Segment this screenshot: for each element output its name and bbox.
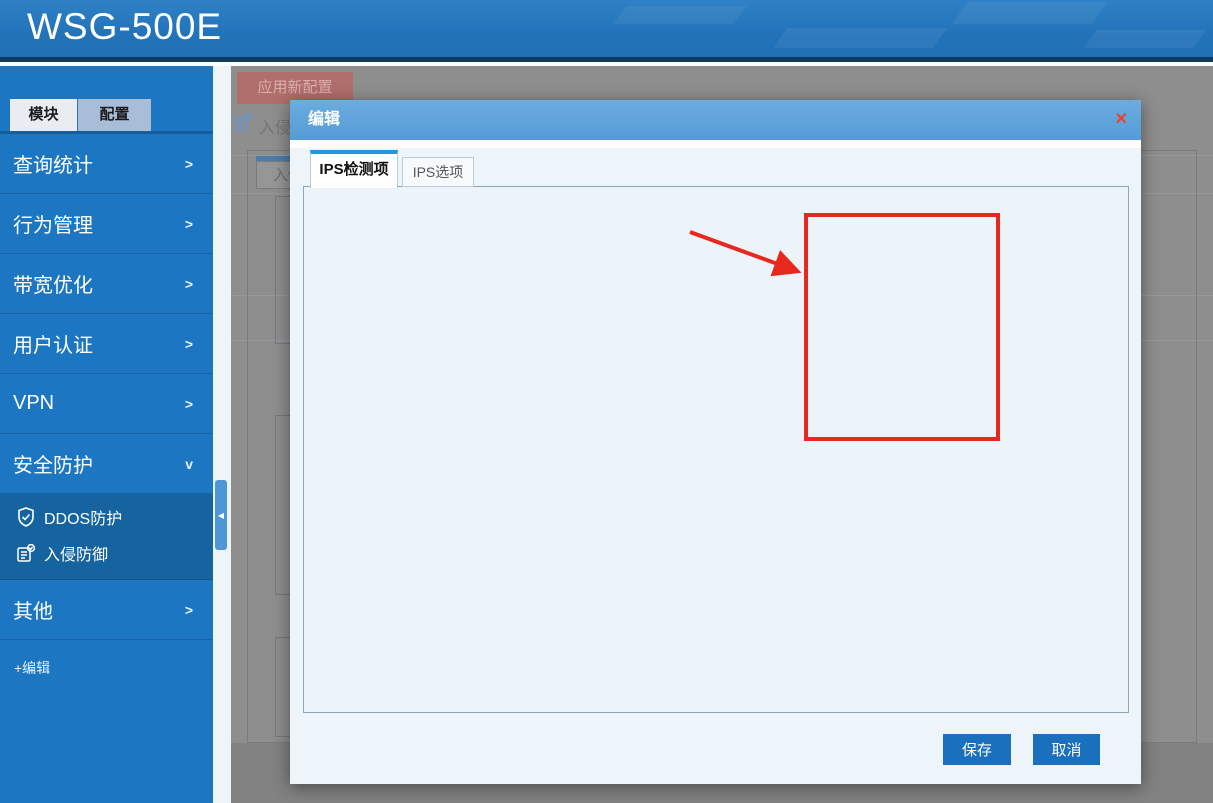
submenu-item-label: 入侵防御 <box>44 541 108 565</box>
chevron-icon: > <box>185 216 193 232</box>
sidebar-menu-lower: 其他 > <box>0 580 213 640</box>
app-title: WSG-500E <box>27 6 222 48</box>
chevron-icon: > <box>185 396 193 412</box>
sidebar-menu-item[interactable]: VPN > <box>0 374 213 434</box>
tab-content-panel <box>303 186 1129 713</box>
chevron-icon: > <box>185 602 193 618</box>
tab-ips-options[interactable]: IPS选项 <box>402 157 474 187</box>
dialog-header: 编辑 × <box>290 100 1141 140</box>
sidebar-submenu: DDOS防护 入侵防御 <box>0 494 213 580</box>
menu-item-label: 查询统计 <box>13 149 93 178</box>
chevron-icon: v <box>185 456 193 472</box>
menu-item-label: 带宽优化 <box>13 269 93 298</box>
app-header: WSG-500E <box>0 0 1213 57</box>
sidebar-collapse-handle[interactable]: ◀ <box>215 480 227 550</box>
header-texture <box>952 2 1107 24</box>
sidebar-menu-item[interactable]: 行为管理 > <box>0 194 213 254</box>
sidebar-item-ddos[interactable]: DDOS防护 <box>0 499 213 535</box>
dialog-title: 编辑 <box>308 100 340 140</box>
sidebar-tabs: 模块 配置 <box>0 66 213 134</box>
header-texture <box>1084 30 1207 48</box>
close-icon[interactable]: × <box>1115 100 1127 138</box>
sidebar-gutter <box>213 66 231 803</box>
menu-item-label: 安全防护 <box>13 449 93 478</box>
save-button[interactable]: 保存 <box>943 734 1011 765</box>
breadcrumb: 入侵 <box>259 114 291 138</box>
menu-item-label: 其他 <box>13 595 53 624</box>
header-texture <box>773 28 947 48</box>
edit-dialog: 编辑 × IPS检测项 IPS选项 备选项 ? 已选项 其他 app-detec… <box>290 100 1141 784</box>
sidebar-menu-item[interactable]: 带宽优化 > <box>0 254 213 314</box>
sidebar-menu-item[interactable]: 其他 > <box>0 580 213 640</box>
sidebar-tabs-underline <box>0 131 213 134</box>
menu-item-label: 用户认证 <box>13 329 93 358</box>
stamp-icon <box>15 542 37 564</box>
tab-ips-detection[interactable]: IPS检测项 <box>310 150 398 188</box>
collapse-left-icon: ◀ <box>218 511 224 520</box>
sidebar-item-ips[interactable]: 入侵防御 <box>0 535 213 571</box>
dialog-header-strip <box>290 140 1141 148</box>
sidebar-menu-item[interactable]: 安全防护 v <box>0 434 213 494</box>
shield-check-icon <box>15 506 37 528</box>
sidebar-menu-item[interactable]: 查询统计 > <box>0 134 213 194</box>
menu-item-label: VPN <box>13 392 54 415</box>
sidebar-tab-module[interactable]: 模块 <box>10 99 77 131</box>
menu-item-label: 行为管理 <box>13 209 93 238</box>
chevron-icon: > <box>185 336 193 352</box>
header-texture <box>614 6 747 24</box>
submenu-item-label: DDOS防护 <box>44 505 122 529</box>
cancel-button[interactable]: 取消 <box>1033 734 1100 765</box>
sidebar-menu: 查询统计 > 行为管理 > 带宽优化 > 用户认证 > <box>0 134 213 494</box>
sidebar: 模块 配置 查询统计 > 行为管理 > 带宽优化 > <box>0 66 213 803</box>
stamp-icon <box>232 111 254 133</box>
sidebar-menu-item[interactable]: 用户认证 > <box>0 314 213 374</box>
sidebar-tab-config[interactable]: 配置 <box>78 99 151 131</box>
screen: WSG-500E 模块 配置 查询统计 > 行为管理 > <box>0 0 1213 803</box>
chevron-icon: > <box>185 276 193 292</box>
chevron-icon: > <box>185 156 193 172</box>
sidebar-edit-link[interactable]: +编辑 <box>0 640 213 678</box>
